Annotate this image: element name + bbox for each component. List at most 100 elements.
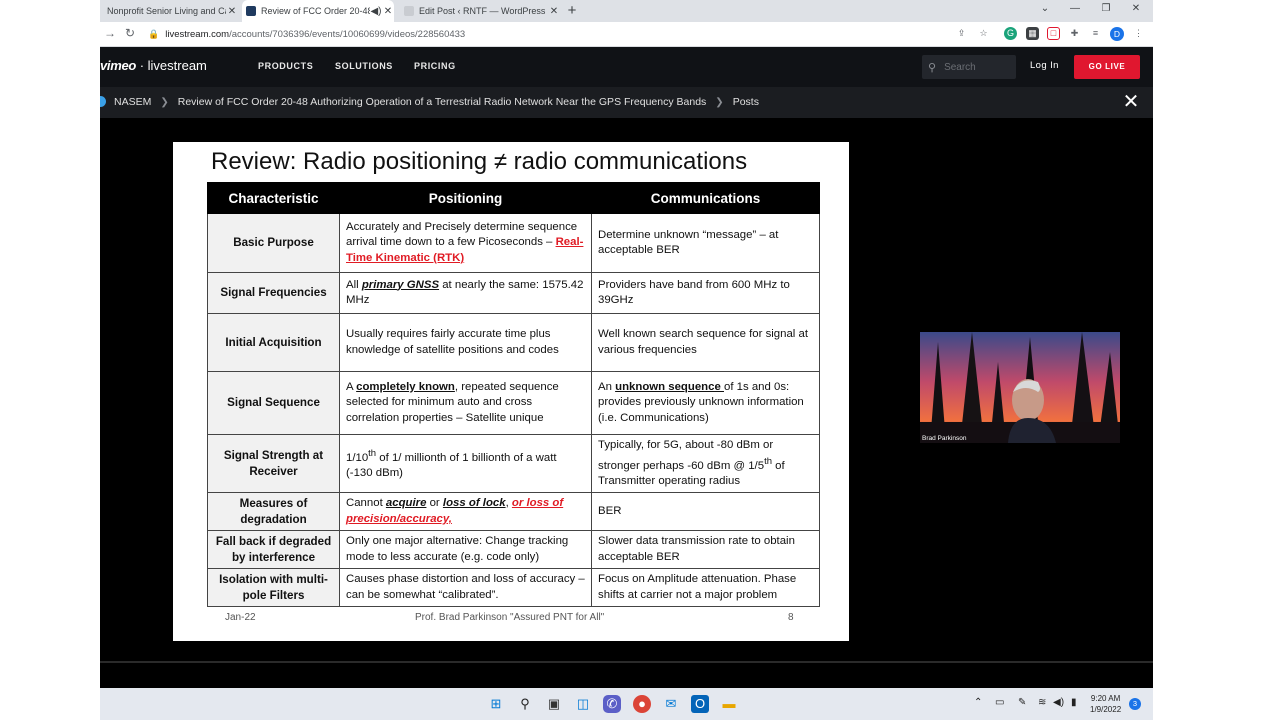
search-icon[interactable]: ⚲ <box>516 695 534 713</box>
characteristic-cell: Signal Strength at Receiver <box>207 433 340 494</box>
communications-cell: BER <box>591 492 820 532</box>
widgets-icon[interactable]: ◫ <box>574 695 592 713</box>
communications-cell: Determine unknown “message” – at accepta… <box>591 213 820 273</box>
logo-product: livestream <box>147 58 207 73</box>
breadcrumb-event[interactable]: Review of FCC Order 20-48 Authorizing Op… <box>178 96 707 108</box>
tab-nonprofit[interactable]: Nonprofit Senior Living and Care ✕ <box>100 0 238 22</box>
extensions-puzzle-icon[interactable]: ✚ <box>1068 27 1081 40</box>
search-icon: ⚲ <box>928 61 937 74</box>
close-tab-icon[interactable]: ✕ <box>226 6 238 17</box>
positioning-cell: Causes phase distortion and loss of accu… <box>339 568 592 608</box>
cell-text: Accurately and Precisely determine seque… <box>346 220 578 249</box>
positioning-cell: A completely known, repeated sequence se… <box>339 371 592 435</box>
wordpress-favicon-icon <box>404 6 414 16</box>
wifi-icon[interactable]: ≋ <box>1038 697 1046 708</box>
site-header: vimeo · livestream PRODUCTS SOLUTIONS PR… <box>100 47 1153 87</box>
mail-icon[interactable]: ✉ <box>662 695 680 713</box>
display-icon[interactable]: ▭ <box>995 697 1004 708</box>
chrome-icon[interactable]: ● <box>633 695 651 713</box>
cell-emphasis: primary GNSS <box>361 278 440 291</box>
bookmark-star-icon[interactable]: ☆ <box>977 27 990 40</box>
forward-icon[interactable]: → <box>102 26 118 40</box>
search-input[interactable] <box>942 60 1013 74</box>
nav-pricing[interactable]: PRICING <box>414 61 456 71</box>
video-player[interactable]: Review: Radio positioning ≠ radio commun… <box>100 118 1153 688</box>
new-tab-button[interactable]: + <box>564 2 580 19</box>
positioning-cell: Accurately and Precisely determine seque… <box>339 213 592 273</box>
task-view-icon[interactable]: ▣ <box>545 695 563 713</box>
extension-red-icon[interactable]: □ <box>1047 27 1060 40</box>
cell-text: All <box>346 278 362 291</box>
teams-chat-icon[interactable]: ✆ <box>603 695 621 713</box>
superscript: th <box>368 447 377 459</box>
close-icon[interactable]: ✕ <box>1121 92 1141 112</box>
profile-avatar[interactable]: D <box>1110 27 1124 41</box>
taskbar-clock[interactable]: 9:20 AM 1/9/2022 <box>1090 693 1121 715</box>
close-tab-icon[interactable]: ✕ <box>548 6 560 17</box>
account-avatar[interactable] <box>100 96 106 107</box>
communications-cell: Focus on Amplitude attenuation. Phase sh… <box>591 568 820 608</box>
vimeo-favicon-icon <box>246 6 256 16</box>
chevron-up-icon[interactable]: ⌃ <box>974 697 982 708</box>
tab-title: Nonprofit Senior Living and Care <box>107 6 226 16</box>
video-progress-bar[interactable] <box>100 661 1153 663</box>
volume-icon[interactable]: ◀) <box>1053 697 1064 708</box>
positioning-cell: 1/10th of 1/ millionth of 1 billionth of… <box>339 433 592 494</box>
close-window-button[interactable]: ✕ <box>1126 3 1146 14</box>
url-field[interactable]: 🔒 livestream.com/accounts/7036396/events… <box>148 25 948 43</box>
nav-solutions[interactable]: SOLUTIONS <box>335 61 393 71</box>
communications-cell: Well known search sequence for signal at… <box>591 313 820 372</box>
cell-text: of 1/ millionth of 1 billionth of a watt… <box>346 451 557 480</box>
cell-text: or <box>426 497 443 510</box>
extension-grammarly-icon[interactable]: G <box>1004 27 1017 40</box>
kebab-menu-icon[interactable]: ⋮ <box>1132 27 1145 40</box>
restore-button[interactable]: ❐ <box>1096 3 1116 14</box>
table-row: Basic Purpose Accurately and Precisely d… <box>207 213 820 273</box>
close-tab-icon[interactable]: ✕ <box>382 6 394 17</box>
vimeo-livestream-logo[interactable]: vimeo · livestream <box>100 58 207 73</box>
media-control-icon[interactable]: ≡ <box>1089 27 1102 40</box>
breadcrumb-account[interactable]: NASEM <box>114 96 151 108</box>
cell-text: A <box>346 380 357 393</box>
slide-title: Review: Radio positioning ≠ radio commun… <box>211 148 748 175</box>
site-search[interactable]: ⚲ <box>922 55 1016 79</box>
start-icon[interactable]: ⊞ <box>487 695 505 713</box>
comparison-table: Characteristic Positioning Communication… <box>207 182 820 608</box>
cell-text: An <box>598 380 616 393</box>
tab-search-icon[interactable]: ⌄ <box>1035 3 1055 14</box>
nav-products[interactable]: PRODUCTS <box>258 61 313 71</box>
slide-presenter: Prof. Brad Parkinson "Assured PNT for Al… <box>415 612 605 623</box>
address-bar-row: → ↻ 🔒 livestream.com/accounts/7036396/ev… <box>100 22 1153 47</box>
speaker-icon[interactable]: ◀) <box>370 6 382 17</box>
table-row: Signal Strength at Receiver 1/10th of 1/… <box>207 433 820 494</box>
cell-text: Typically, for 5G, about -80 dBm or stro… <box>598 439 774 472</box>
file-explorer-icon[interactable]: ▬ <box>720 695 738 713</box>
extension-icon[interactable]: ▦ <box>1026 27 1039 40</box>
cell-emphasis: completely known <box>356 380 455 393</box>
outlook-icon[interactable]: O <box>691 695 709 713</box>
positioning-cell: Usually requires fairly accurate time pl… <box>339 313 592 372</box>
tab-wordpress[interactable]: Edit Post ‹ RNTF — WordPress ✕ <box>400 0 560 22</box>
table-header-row: Characteristic Positioning Communication… <box>207 182 820 214</box>
url-path: /accounts/7036396/events/10060699/videos… <box>229 28 466 40</box>
cell-emphasis: unknown sequence <box>615 380 724 393</box>
positioning-cell: All primary GNSS at nearly the same: 157… <box>339 272 592 314</box>
notification-badge[interactable]: 3 <box>1129 698 1141 710</box>
minimize-button[interactable]: — <box>1065 3 1085 14</box>
url-host: livestream.com <box>165 28 230 40</box>
pen-icon[interactable]: ✎ <box>1018 697 1026 708</box>
column-header: Characteristic <box>207 182 340 214</box>
cell-text: 1/10 <box>346 451 369 464</box>
reload-icon[interactable]: ↻ <box>122 26 138 40</box>
speaker-name: Brad Parkinson <box>922 435 967 442</box>
lock-icon: 🔒 <box>148 28 160 39</box>
tab-livestream[interactable]: Review of FCC Order 20-48 A ◀) ✕ <box>242 0 394 22</box>
battery-icon[interactable]: ▮ <box>1071 697 1077 708</box>
go-live-button[interactable]: GO LIVE <box>1074 55 1140 79</box>
table-row: Fall back if degraded by interference On… <box>207 530 820 570</box>
breadcrumb-posts[interactable]: Posts <box>733 96 759 108</box>
clock-time: 9:20 AM <box>1090 694 1121 703</box>
communications-cell: Providers have band from 600 MHz to 39GH… <box>591 272 820 314</box>
share-icon[interactable]: ⇪ <box>955 27 968 40</box>
login-link[interactable]: Log In <box>1030 60 1059 71</box>
